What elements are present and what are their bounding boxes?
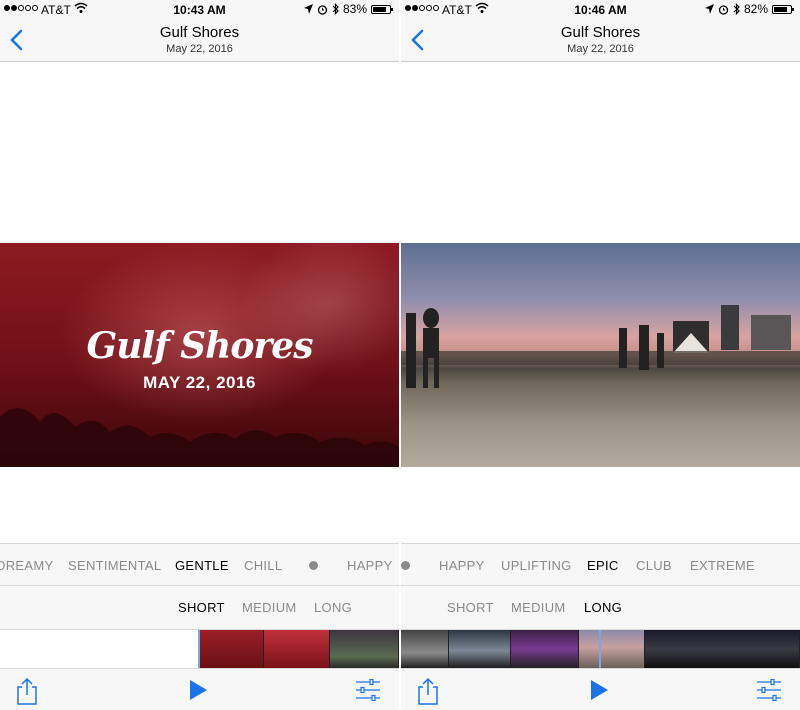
mood-chill[interactable]: CHILL (244, 558, 282, 573)
navigation-bar: Gulf Shores May 22, 2016 (401, 20, 800, 62)
memory-movie-preview[interactable] (401, 243, 800, 467)
playhead[interactable] (599, 630, 601, 668)
page-title: Gulf Shores (159, 24, 240, 41)
battery-percent: 82% (743, 2, 768, 16)
mood-gentle[interactable]: GENTLE (175, 558, 229, 573)
location-arrow-icon (704, 4, 714, 14)
filmstrip-frame (449, 630, 511, 668)
mood-uplifting[interactable]: UPLIFTING (501, 558, 572, 573)
filmstrip-frame (511, 630, 579, 668)
filmstrip-frame (264, 630, 330, 668)
filmstrip-frame (200, 630, 264, 668)
length-selector: SHORT MEDIUM LONG (401, 586, 800, 630)
memory-movie-preview[interactable]: Gulf Shores MAY 22, 2016 (0, 243, 399, 467)
alarm-icon (718, 4, 729, 15)
mood-extreme[interactable]: EXTREME (690, 558, 755, 573)
bottom-toolbar (0, 668, 399, 710)
mood-sentimental[interactable]: SENTIMENTAL (68, 558, 161, 573)
battery-icon (772, 4, 794, 14)
bluetooth-icon (332, 3, 339, 15)
length-short[interactable]: SHORT (447, 600, 494, 615)
beach-scene (401, 305, 800, 388)
status-bar: AT&T 10:46 AM 82% (401, 0, 800, 20)
play-icon[interactable] (589, 679, 609, 701)
adjust-sliders-icon[interactable] (756, 679, 782, 701)
crowd-silhouette (0, 408, 399, 467)
page-subtitle: May 22, 2016 (166, 43, 233, 55)
battery-percent: 83% (342, 2, 367, 16)
alarm-icon (317, 4, 328, 15)
play-icon[interactable] (188, 679, 208, 701)
page-title: Gulf Shores (560, 24, 641, 41)
left-screen: AT&T 10:43 AM 83% Gulf Shores May 22, 20… (0, 0, 399, 710)
right-screen: AT&T 10:46 AM 82% Gulf Shores May 22, 20… (401, 0, 800, 710)
mood-dot-icon (309, 561, 318, 570)
share-icon[interactable] (16, 677, 38, 705)
filmstrip[interactable] (401, 630, 800, 668)
bottom-toolbar (401, 668, 800, 710)
length-medium[interactable]: MEDIUM (242, 600, 297, 615)
mood-dot-icon (401, 561, 410, 570)
filmstrip-frame (579, 630, 645, 668)
mood-selector: HAPPY UPLIFTING EPIC CLUB EXTREME (401, 543, 800, 586)
mood-dreamy[interactable]: DREAMY (0, 558, 53, 573)
filmstrip-frame (330, 630, 399, 668)
filmstrip-frame (401, 630, 449, 668)
length-long[interactable]: LONG (314, 600, 352, 615)
mood-happy[interactable]: HAPPY (347, 558, 393, 573)
navigation-bar: Gulf Shores May 22, 2016 (0, 20, 399, 62)
movie-date-overlay: MAY 22, 2016 (143, 373, 256, 392)
mood-epic[interactable]: EPIC (587, 558, 619, 573)
length-long[interactable]: LONG (584, 600, 622, 615)
length-selector: SHORT MEDIUM LONG (0, 586, 399, 630)
filmstrip[interactable] (0, 630, 399, 668)
bluetooth-icon (733, 3, 740, 15)
filmstrip-frame (645, 630, 800, 668)
mood-selector: DREAMY SENTIMENTAL GENTLE CHILL HAPPY (0, 543, 399, 586)
movie-title-overlay: Gulf Shores (86, 325, 314, 367)
adjust-sliders-icon[interactable] (355, 679, 381, 701)
length-medium[interactable]: MEDIUM (511, 600, 566, 615)
location-arrow-icon (303, 4, 313, 14)
share-icon[interactable] (417, 677, 439, 705)
length-short[interactable]: SHORT (178, 600, 225, 615)
mood-happy[interactable]: HAPPY (439, 558, 485, 573)
status-bar: AT&T 10:43 AM 83% (0, 0, 399, 20)
battery-icon (371, 4, 393, 14)
page-subtitle: May 22, 2016 (567, 43, 634, 55)
mood-club[interactable]: CLUB (636, 558, 672, 573)
